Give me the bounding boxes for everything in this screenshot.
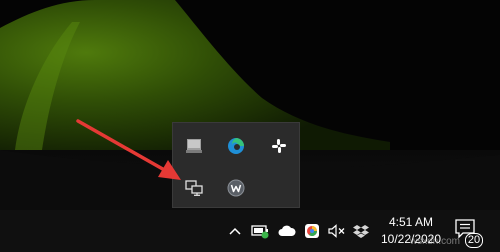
w-app-icon[interactable] [222,174,250,202]
onedrive-icon[interactable] [276,218,298,244]
chevron-up-icon[interactable] [226,218,244,244]
network-remote-icon[interactable] [180,174,208,202]
browser-tray-icon[interactable] [301,218,323,244]
hidden-icons-flyout [172,122,300,208]
notification-count-badge: 20 [465,233,483,248]
watermark: wsxdn.com [410,236,461,247]
volume-muted-icon[interactable] [326,218,348,244]
battery-tray-icon[interactable] [250,218,272,244]
slack-icon[interactable] [265,132,293,160]
monitor-tray-icon[interactable] [180,132,208,160]
clock-time: 4:51 AM [388,215,434,229]
edge-icon[interactable] [222,132,250,160]
dropbox-icon[interactable] [350,218,372,244]
